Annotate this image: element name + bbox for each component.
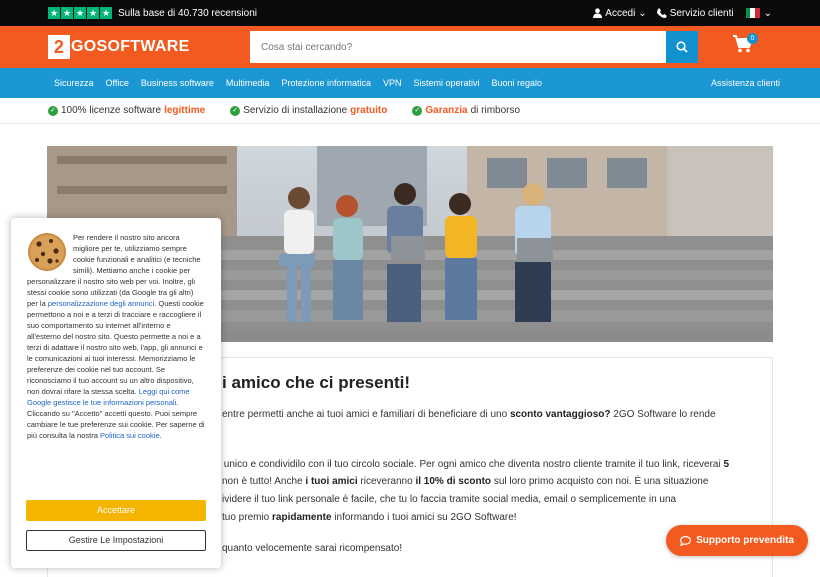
- paragraph-line: non è tutto! Anche i tuoi amici ricevera…: [222, 476, 708, 487]
- logo-mark: 2: [48, 35, 70, 59]
- text: non è tutto! Anche: [222, 476, 303, 487]
- usp-text: di rimborso: [470, 105, 521, 116]
- nav-item-office[interactable]: Office: [106, 78, 129, 88]
- search-input[interactable]: [250, 31, 666, 63]
- usp-text: 100% licenze software: [61, 105, 162, 116]
- chat-icon: [680, 535, 692, 546]
- support-label: Supporto prevendita: [696, 535, 794, 546]
- check-icon: ✓: [230, 105, 241, 116]
- nav-item-sistemi-operativi[interactable]: Sistemi operativi: [413, 78, 479, 88]
- chevron-down-icon: ⌄: [638, 7, 647, 19]
- logo-text: GOSOFTWARE: [71, 38, 190, 55]
- trustpilot-stars[interactable]: ★ ★ ★ ★ ★: [48, 7, 112, 19]
- text-bold: i tuoi amici: [305, 476, 358, 487]
- cart-count-badge: 0: [747, 33, 758, 44]
- login-label: Accedi: [605, 7, 636, 19]
- intro-paragraph: entre permetti anche ai tuoi amici e fam…: [222, 409, 716, 420]
- star-icon: ★: [87, 7, 99, 19]
- manage-settings-button[interactable]: Gestire Le Impostazioni: [26, 530, 206, 551]
- star-icon: ★: [48, 7, 60, 19]
- cookie-text: . Questi cookie permettono a noi e a ter…: [27, 299, 204, 396]
- cart-button[interactable]: 0: [733, 33, 758, 58]
- text: sul loro primo acquisto con noi. È una s…: [493, 476, 709, 487]
- usp-item-installation: ✓ Servizio di installazione gratuito: [230, 105, 390, 116]
- cookie-consent-banner: Per rendere il nostro sito ancora miglio…: [11, 218, 221, 568]
- text-bold: rapidamente: [272, 512, 332, 523]
- chevron-down-icon[interactable]: ⌄: [764, 8, 772, 19]
- star-icon: ★: [74, 7, 86, 19]
- usp-item-licenses: ✓ 100% licenze software legittime: [48, 105, 208, 116]
- search-button[interactable]: [666, 31, 698, 63]
- text: informando i tuoi amici su 2GO Software!: [334, 512, 517, 523]
- usp-item-refund: ✓ Garanzia di rimborso: [412, 105, 520, 116]
- cookie-policy-link[interactable]: Politica sui cookie: [100, 431, 160, 440]
- nav-item-buoni-regalo[interactable]: Buoni regalo: [492, 78, 543, 88]
- usp-text: Servizio di installazione: [243, 105, 348, 116]
- usp-highlight: legittime: [164, 105, 206, 116]
- customer-service-link[interactable]: Servizio clienti: [656, 7, 734, 19]
- nav-item-protezione-informatica[interactable]: Protezione informatica: [281, 78, 371, 88]
- login-link[interactable]: Accedi ⌄: [593, 7, 647, 19]
- main-header: 2 GOSOFTWARE 0: [0, 26, 820, 68]
- text: x unico e condividilo con il tuo circolo…: [216, 459, 721, 470]
- nav-item-assistenza-clienti[interactable]: Assistenza clienti: [711, 78, 780, 88]
- presales-support-button[interactable]: Supporto prevendita: [666, 525, 808, 556]
- text: tuo premio: [222, 512, 270, 523]
- logo[interactable]: 2 GOSOFTWARE: [48, 35, 190, 59]
- cookie-icon: [28, 233, 66, 271]
- customer-service-label: Servizio clienti: [669, 7, 734, 19]
- top-bar: ★ ★ ★ ★ ★ Sulla base di 40.730 recension…: [0, 0, 820, 26]
- check-icon: ✓: [48, 105, 58, 116]
- text-bold: 5: [723, 459, 730, 470]
- cookie-text: .: [159, 431, 162, 440]
- star-icon: ★: [61, 7, 73, 19]
- search-icon: [676, 41, 688, 53]
- nav-item-vpn[interactable]: VPN: [383, 78, 402, 88]
- paragraph-line: ividere il tuo link personale è facile, …: [222, 494, 677, 505]
- ad-personalization-link[interactable]: personalizzazione degli annunci: [48, 299, 154, 308]
- category-nav: Sicurezza Office Business software Multi…: [0, 68, 820, 98]
- nav-item-multimedia[interactable]: Multimedia: [226, 78, 270, 88]
- text-bold: il 10% di sconto: [415, 476, 492, 487]
- text-bold: sconto vantaggioso?: [509, 409, 611, 420]
- star-icon: ★: [100, 7, 112, 19]
- check-icon: ✓: [412, 105, 423, 116]
- usp-bar: ✓ 100% licenze software legittime ✓ Serv…: [0, 98, 820, 124]
- reviews-text[interactable]: Sulla base di 40.730 recensioni: [118, 8, 257, 19]
- usp-highlight: gratuito: [350, 105, 388, 116]
- page-title: i amico che ci presenti!: [222, 373, 411, 392]
- paragraph-line: tuo premio rapidamente informando i tuoi…: [222, 512, 517, 523]
- paragraph-line: x unico e condividilo con il tuo circolo…: [216, 459, 729, 470]
- usp-highlight: Garanzia: [425, 105, 468, 116]
- text: entre permetti anche ai tuoi amici e fam…: [222, 409, 508, 420]
- text: riceveranno: [360, 476, 413, 487]
- italy-flag-icon[interactable]: [745, 8, 760, 18]
- nav-item-business-software[interactable]: Business software: [141, 78, 214, 88]
- phone-icon: [656, 8, 667, 18]
- user-icon: [593, 8, 603, 18]
- nav-item-sicurezza[interactable]: Sicurezza: [54, 78, 94, 88]
- paragraph-line: quanto velocemente sarai ricompensato!: [222, 543, 403, 554]
- search-bar: [250, 31, 698, 63]
- accept-cookies-button[interactable]: Accettare: [26, 500, 206, 521]
- text: 2GO Software lo rende: [613, 409, 716, 420]
